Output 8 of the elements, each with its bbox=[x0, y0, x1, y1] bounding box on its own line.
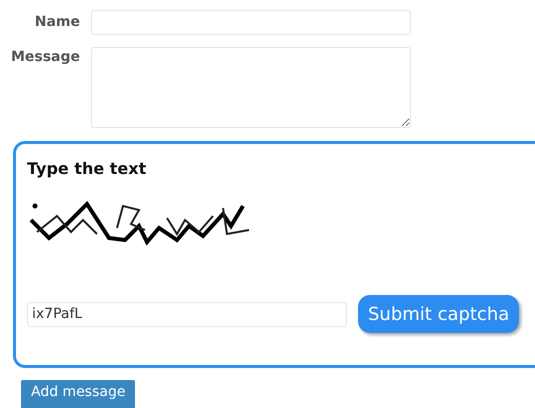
field-label: Name bbox=[34, 13, 80, 32]
name-field[interactable] bbox=[91, 10, 411, 35]
captcha-answer-field[interactable]: ix7PafL bbox=[27, 302, 347, 326]
message-field[interactable] bbox=[91, 47, 411, 128]
field-label: Message bbox=[10, 48, 80, 67]
submit-captcha-button[interactable]: Submit captcha bbox=[358, 295, 520, 333]
add-message-button[interactable]: Add message bbox=[21, 380, 136, 408]
captcha-title: Type the text bbox=[27, 159, 146, 178]
